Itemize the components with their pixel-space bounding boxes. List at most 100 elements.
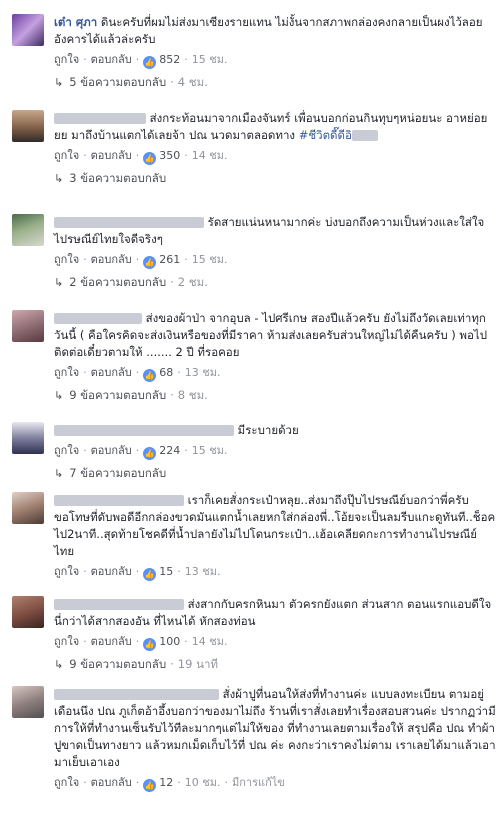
comment-text: ส่งสากกับครกหินมา ตัวครกยังแตก ส่วนสาก ต… (54, 596, 496, 630)
commenter-name[interactable] (54, 599, 184, 610)
like-count[interactable]: 12 (159, 776, 173, 789)
like-button[interactable]: ถูกใจ (54, 366, 79, 379)
like-count[interactable]: 68 (159, 366, 173, 379)
replies-count: 9 ข้อความตอบกลับ (69, 388, 167, 402)
avatar[interactable] (12, 686, 44, 718)
timestamp[interactable]: 14 ชม. (192, 635, 228, 648)
view-replies-link[interactable]: ↳ 2 ข้อความตอบกลับ · 2 ชม. (54, 274, 496, 291)
avatar[interactable] (12, 310, 44, 342)
thumbs-up-icon: 👍 (143, 56, 157, 69)
comment-actions: ถูกใจ · ตอบกลับ · 👍 350 · 14 ชม. (54, 149, 228, 165)
reply-button[interactable]: ตอบกลับ (91, 53, 132, 66)
comment-text: สั่งผ้าปูที่นอนให้ส่งที่ทำงานค่ะ แบบลงทะ… (54, 686, 496, 771)
comment-body: มีระบายด้วย (237, 423, 299, 437)
reply-button[interactable]: ตอบกลับ (91, 444, 132, 457)
commenter-name[interactable] (54, 217, 204, 228)
like-button[interactable]: ถูกใจ (54, 149, 79, 162)
thumbs-up-icon: 👍 (143, 638, 157, 651)
like-count[interactable]: 852 (159, 53, 180, 66)
commenter-name[interactable] (54, 313, 142, 324)
timestamp[interactable]: 14 ชม. (192, 149, 228, 162)
commenter-name[interactable] (54, 425, 234, 436)
like-button[interactable]: ถูกใจ (54, 444, 79, 457)
reply-timestamp: 4 ชม. (177, 75, 208, 89)
thumbs-up-icon: 👍 (143, 152, 157, 165)
like-button[interactable]: ถูกใจ (54, 776, 79, 789)
thumbs-up-icon: 👍 (143, 779, 157, 792)
comment-text: รัดสายแน่นหนามากค่ะ บ่งบอกถึงความเป็นห่ว… (54, 214, 496, 248)
timestamp[interactable]: 13 ชม. (185, 366, 221, 379)
view-replies-link[interactable]: ↳ 9 ข้อความตอบกลับ · 19 นาที (54, 656, 496, 673)
avatar[interactable] (12, 110, 44, 142)
like-count[interactable]: 350 (159, 149, 180, 162)
like-count[interactable]: 224 (159, 444, 180, 457)
avatar[interactable] (12, 214, 44, 246)
comment-actions: ถูกใจ · ตอบกลับ · 👍 12 · 10 ชม. · มีการแก้ไข (54, 776, 285, 792)
reply-button[interactable]: ตอบกลับ (91, 366, 132, 379)
replies-count: 3 ข้อความตอบกลับ (69, 171, 167, 185)
like-button[interactable]: ถูกใจ (54, 565, 79, 578)
avatar[interactable] (12, 492, 44, 524)
view-replies-link[interactable]: ↳ 9 ข้อความตอบกลับ · 8 ชม. (54, 387, 496, 404)
like-button[interactable]: ถูกใจ (54, 253, 79, 266)
reply-timestamp: 8 ชม. (177, 388, 208, 402)
thumbs-up-icon: 👍 (143, 369, 157, 382)
comment-actions: ถูกใจ · ตอบกลับ · 👍 68 · 13 ชม. (54, 366, 221, 382)
reply-arrow-icon: ↳ (54, 172, 64, 185)
comment-body: ดินะครับที่ผมไม่ส่งมาเซียงรายแทน ไม่งั้น… (54, 15, 483, 46)
comment-text: มีระบายด้วย (54, 422, 496, 439)
timestamp[interactable]: 10 ชม. (185, 776, 221, 789)
like-count[interactable]: 100 (159, 635, 180, 648)
view-replies-link[interactable]: ↳ 7 ข้อความตอบกลับ (54, 465, 496, 482)
reply-button[interactable]: ตอบกลับ (91, 149, 132, 162)
commenter-name[interactable]: เต๋า ศุภา (54, 15, 97, 29)
comment-actions: ถูกใจ · ตอบกลับ · 👍 100 · 14 ชม. (54, 635, 228, 651)
comment-text: เราก็เคยสั่งกระเป๋าหลุย..ส่งมาถึงปุ๊บไปร… (54, 492, 496, 560)
reply-arrow-icon: ↳ (54, 389, 64, 402)
view-replies-link[interactable]: ↳ 5 ข้อความตอบกลับ · 4 ชม. (54, 74, 496, 91)
reply-button[interactable]: ตอบกลับ (91, 635, 132, 648)
like-count[interactable]: 261 (159, 253, 180, 266)
reply-arrow-icon: ↳ (54, 76, 64, 89)
comment-actions: ถูกใจ · ตอบกลับ · 👍 224 · 15 ชม. (54, 444, 228, 460)
avatar[interactable] (12, 596, 44, 628)
timestamp[interactable]: 13 ชม. (185, 565, 221, 578)
like-button[interactable]: ถูกใจ (54, 635, 79, 648)
hashtag-blur (351, 130, 378, 141)
reply-timestamp: 2 ชม. (177, 275, 208, 289)
timestamp[interactable]: 15 ชม. (192, 253, 228, 266)
avatar[interactable] (12, 422, 44, 454)
edited-label[interactable]: มีการแก้ไข (232, 776, 285, 789)
comment-actions: ถูกใจ · ตอบกลับ · 👍 852 · 15 ชม. (54, 53, 228, 69)
comment-actions: ถูกใจ · ตอบกลับ · 👍 261 · 15 ชม. (54, 253, 228, 269)
reply-arrow-icon: ↳ (54, 467, 64, 480)
commenter-name[interactable] (54, 689, 219, 700)
timestamp[interactable]: 15 ชม. (192, 444, 228, 457)
previous-comment-stub (0, 0, 502, 8)
replies-count: 2 ข้อความตอบกลับ (69, 275, 167, 289)
commenter-name[interactable] (54, 113, 146, 124)
reply-button[interactable]: ตอบกลับ (91, 565, 132, 578)
reply-arrow-icon: ↳ (54, 658, 64, 671)
comment-text: ส่งของผ้าป่า จากอุบล - ไปศรีเกษ สองปีแล้… (54, 310, 496, 361)
replies-count: 7 ข้อความตอบกลับ (69, 466, 167, 480)
hashtag-link[interactable]: #ชีวิตดี๊ดีอิ (299, 128, 352, 142)
reply-arrow-icon: ↳ (54, 276, 64, 289)
reply-button[interactable]: ตอบกลับ (91, 776, 132, 789)
like-button[interactable]: ถูกใจ (54, 53, 79, 66)
timestamp[interactable]: 15 ชม. (192, 53, 228, 66)
view-replies-link[interactable]: ↳ 3 ข้อความตอบกลับ (54, 170, 496, 187)
commenter-name[interactable] (54, 495, 184, 506)
comment-actions: ถูกใจ · ตอบกลับ · 👍 15 · 13 ชม. (54, 565, 221, 581)
thumbs-up-icon: 👍 (143, 447, 157, 460)
reply-button[interactable]: ตอบกลับ (91, 253, 132, 266)
comment-text: เต๋า ศุภา ดินะครับที่ผมไม่ส่งมาเซียงรายแ… (54, 14, 496, 48)
thumbs-up-icon: 👍 (143, 256, 157, 269)
thumbs-up-icon: 👍 (143, 568, 157, 581)
comment-text: ส่งกระท้อนมาจากเมืองจันทร์ เพื่อนบอกก่อน… (54, 110, 496, 144)
reply-timestamp: 19 นาที (177, 657, 218, 671)
replies-count: 9 ข้อความตอบกลับ (69, 657, 167, 671)
avatar[interactable] (12, 14, 44, 46)
replies-count: 5 ข้อความตอบกลับ (69, 75, 167, 89)
like-count[interactable]: 15 (159, 565, 173, 578)
